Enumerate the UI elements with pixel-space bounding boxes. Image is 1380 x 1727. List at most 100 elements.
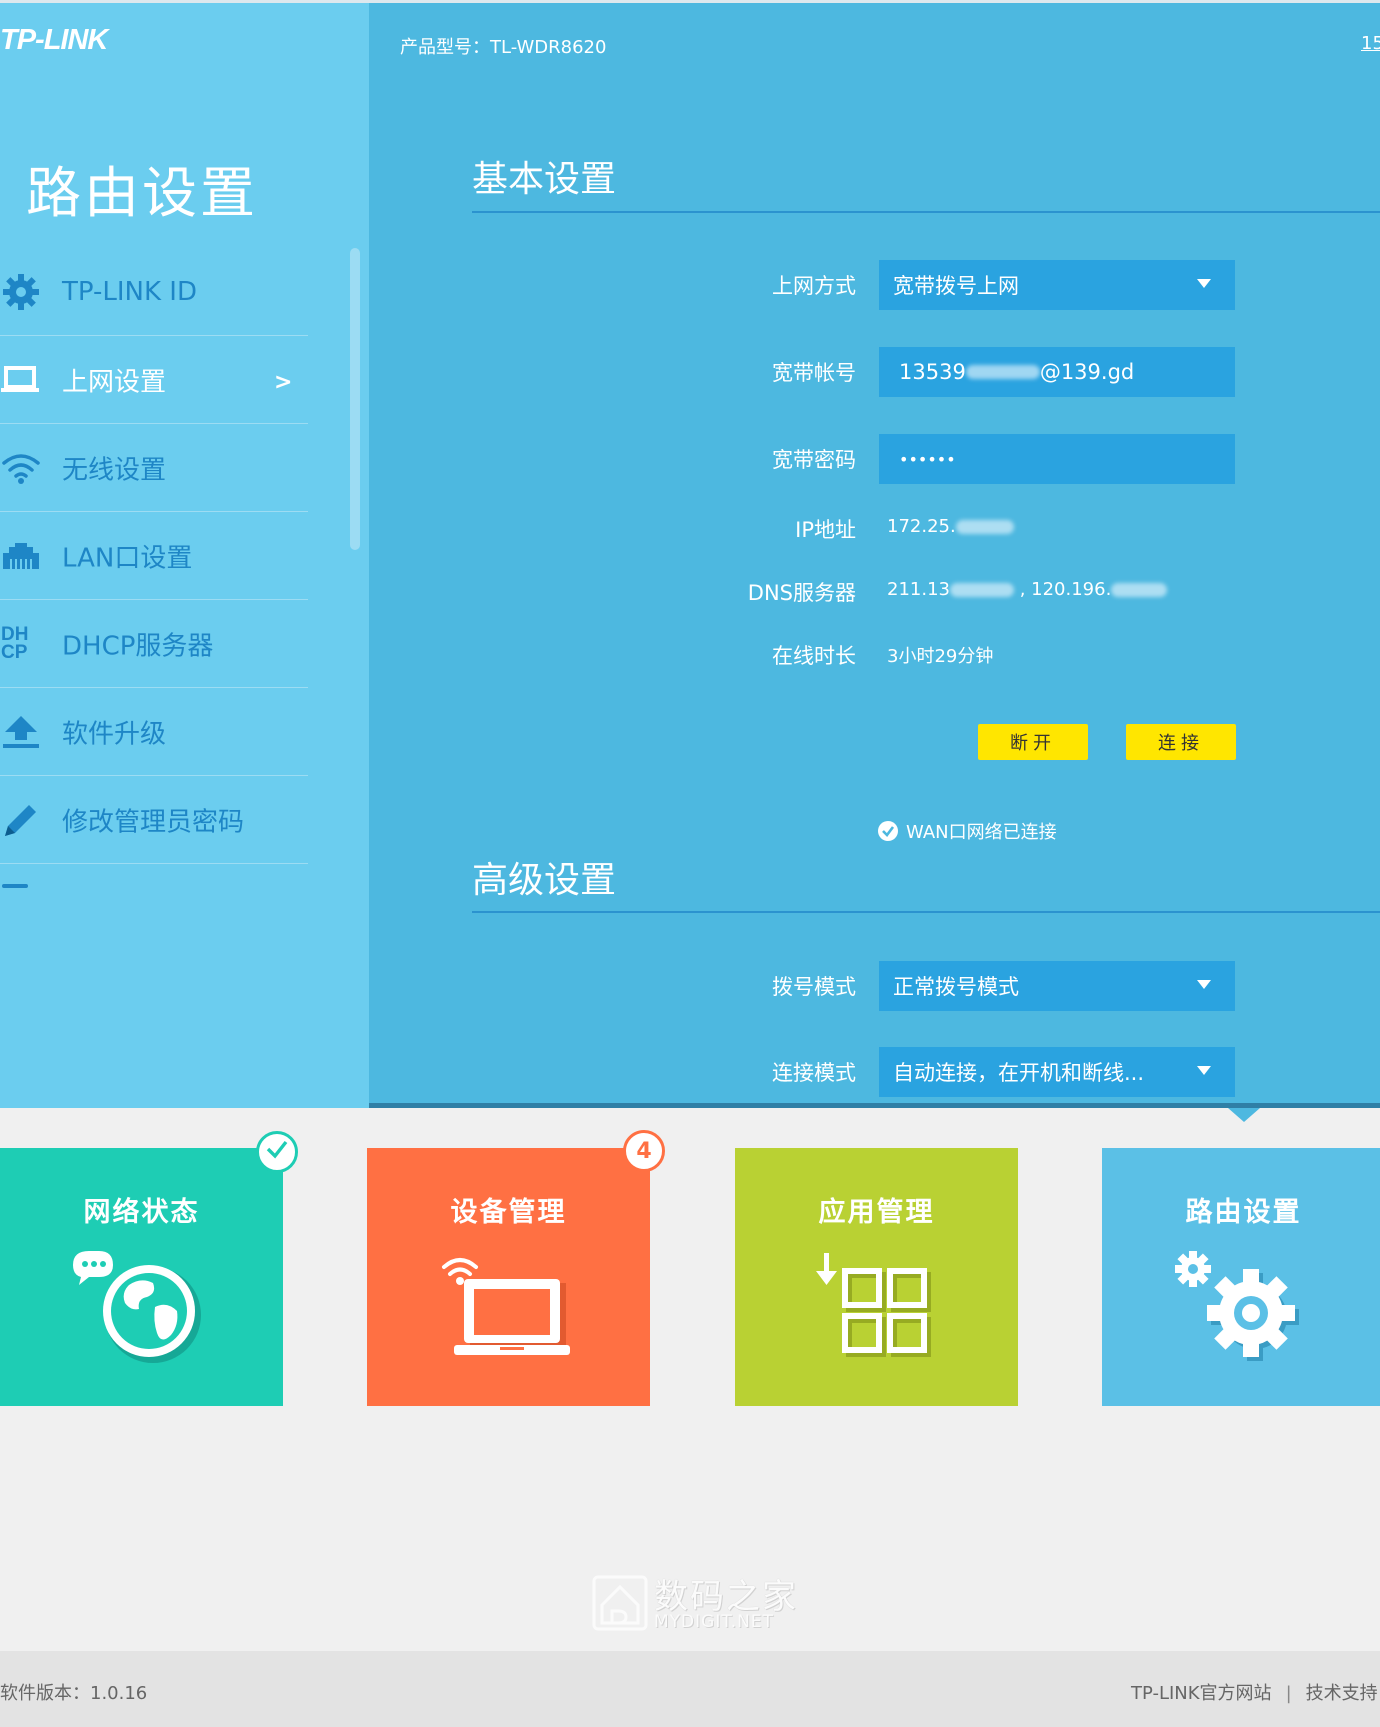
connect-mode-label: 连接模式	[772, 1061, 856, 1085]
settings-gears-icon	[1169, 1249, 1319, 1373]
connection-type-label: 上网方式	[772, 274, 856, 298]
connection-type-select[interactable]: 宽带拨号上网	[879, 260, 1235, 310]
account-input[interactable]: 13539 @139.gd	[879, 347, 1235, 397]
connect-button[interactable]: 连接	[1126, 724, 1236, 760]
footer: 软件版本：1.0.16 TP-LINK官方网站 | 技术支持	[0, 1651, 1380, 1727]
dns-value-mid: , 120.196.	[1013, 579, 1112, 600]
laptop-wifi-icon	[434, 1249, 584, 1373]
dns-value-prefix: 211.13	[887, 579, 950, 600]
wan-status-text: WAN口网络已连接	[906, 822, 1057, 843]
sidebar-item-label: TP-LINK ID	[62, 276, 197, 307]
uptime-value: 3小时29分钟	[887, 646, 994, 667]
dns-value: 211.13 , 120.196.	[887, 579, 1168, 600]
partial-icon	[2, 884, 28, 888]
sidebar-item-dhcp[interactable]: DH CP DHCP服务器	[0, 600, 308, 688]
top-right-link[interactable]: 15	[1361, 33, 1380, 54]
dropdown-caret-icon	[1197, 279, 1211, 288]
dropdown-caret-icon	[1197, 980, 1211, 989]
ip-value-prefix: 172.25.	[887, 516, 956, 537]
dial-mode-label: 拨号模式	[772, 975, 856, 999]
tile-label: 网络状态	[83, 1197, 200, 1228]
upload-icon	[0, 712, 42, 752]
lan-port-icon	[0, 536, 42, 576]
redacted-blur	[949, 583, 1014, 597]
sidebar-item-label: DHCP服务器	[62, 631, 214, 661]
watermark-en: MYDIGIT.NET	[654, 1611, 774, 1632]
device-count-badge: 4	[623, 1130, 665, 1172]
footer-links: TP-LINK官方网站 | 技术支持	[1131, 1679, 1378, 1705]
sidebar-item-lan[interactable]: LAN口设置	[0, 512, 308, 600]
account-value-suffix: @139.gd	[1039, 360, 1135, 384]
tile-app-management[interactable]: 应用管理	[735, 1148, 1018, 1406]
footer-separator: |	[1285, 1683, 1292, 1704]
account-value-prefix: 13539	[899, 360, 966, 384]
connect-mode-select[interactable]: 自动连接，在开机和断线...	[879, 1047, 1235, 1097]
basic-settings-title: 基本设置	[472, 159, 617, 200]
sidebar-item-wireless[interactable]: 无线设置	[0, 424, 308, 512]
sidebar-item-partial[interactable]	[0, 864, 308, 892]
sidebar-item-internet-settings[interactable]: 上网设置 >	[0, 336, 308, 424]
redacted-blur	[965, 365, 1040, 379]
sidebar-item-label: 无线设置	[62, 455, 167, 485]
advanced-settings-title: 高级设置	[472, 860, 617, 901]
sidebar-title: 路由设置	[26, 161, 259, 225]
tile-router-settings[interactable]: 路由设置	[1102, 1148, 1380, 1406]
top-border	[0, 0, 1380, 3]
account-label: 宽带帐号	[772, 361, 856, 385]
connect-mode-value: 自动连接，在开机和断线...	[893, 1061, 1145, 1085]
gear-icon	[0, 272, 42, 312]
product-model: 产品型号：TL-WDR8620	[400, 37, 607, 58]
section-divider	[472, 911, 1380, 913]
sidebar-scrollbar[interactable]	[350, 248, 360, 550]
tile-status-badge	[256, 1131, 298, 1173]
tp-link-logo: TP-LINK	[0, 24, 108, 56]
wifi-icon	[0, 448, 42, 488]
watermark-cn: 数码之家	[654, 1576, 798, 1617]
sidebar-item-label: 上网设置	[62, 367, 167, 397]
sidebar-item-label: 软件升级	[62, 719, 167, 749]
connection-type-value: 宽带拨号上网	[893, 274, 1019, 298]
active-tile-pointer	[1228, 1108, 1260, 1122]
redacted-blur	[955, 520, 1014, 534]
dial-mode-select[interactable]: 正常拨号模式	[879, 961, 1235, 1011]
house-logo-icon	[592, 1575, 648, 1635]
official-site-link[interactable]: TP-LINK官方网站	[1131, 1683, 1272, 1704]
tile-label: 设备管理	[450, 1197, 567, 1228]
disconnect-button[interactable]: 断开	[978, 724, 1088, 760]
tile-label: 应用管理	[818, 1197, 935, 1228]
laptop-icon	[0, 360, 42, 400]
sidebar-nav: TP-LINK ID 上网设置 > 无线设置 LAN口设置 DH CP DHCP…	[0, 248, 308, 892]
sidebar-item-firmware-upgrade[interactable]: 软件升级	[0, 688, 308, 776]
dhcp-icon: DH CP	[1, 623, 29, 663]
wan-status: WAN口网络已连接	[878, 818, 1057, 844]
dropdown-caret-icon	[1197, 1066, 1211, 1075]
ip-label: IP地址	[795, 518, 856, 542]
ip-value: 172.25.	[887, 516, 1014, 537]
watermark-text: 数码之家 MYDIGIT.NET	[654, 1580, 798, 1631]
dns-label: DNS服务器	[747, 581, 856, 605]
password-label: 宽带密码	[772, 448, 856, 472]
redacted-blur	[1111, 583, 1168, 597]
sidebar-item-change-admin-password[interactable]: 修改管理员密码	[0, 776, 308, 864]
software-version: 软件版本：1.0.16	[0, 1683, 148, 1704]
dial-mode-value: 正常拨号模式	[893, 975, 1019, 999]
pencil-icon	[0, 800, 42, 840]
sidebar-item-label: LAN口设置	[62, 543, 193, 573]
uptime-label: 在线时长	[772, 644, 856, 668]
top-area: TP-LINK 路由设置 TP-LINK ID 上网设置 > 无线设置 LAN口…	[0, 0, 1380, 1108]
check-icon	[266, 1139, 288, 1165]
password-value: ••••••	[899, 449, 956, 469]
tile-network-status[interactable]: 网络状态	[0, 1148, 283, 1406]
globe-chat-icon	[67, 1249, 217, 1373]
router-admin-page: TP-LINK 路由设置 TP-LINK ID 上网设置 > 无线设置 LAN口…	[0, 0, 1380, 1727]
sidebar-item-tplink-id[interactable]: TP-LINK ID	[0, 248, 308, 336]
support-link[interactable]: 技术支持	[1306, 1683, 1378, 1704]
chevron-right-icon: >	[274, 369, 293, 395]
tile-label: 路由设置	[1185, 1197, 1302, 1228]
apps-grid-icon	[802, 1249, 952, 1373]
sidebar-item-label: 修改管理员密码	[62, 807, 245, 837]
tile-device-management[interactable]: 设备管理	[367, 1148, 650, 1406]
check-circle-icon	[878, 821, 898, 841]
watermark: 数码之家 MYDIGIT.NET	[592, 1575, 798, 1635]
password-input[interactable]: ••••••	[879, 434, 1235, 484]
